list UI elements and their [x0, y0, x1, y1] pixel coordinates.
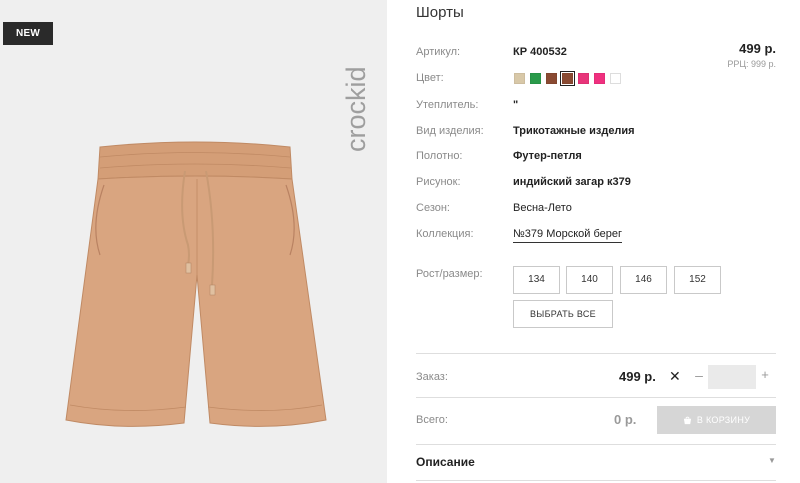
attr-label-fabric: Полотно:	[416, 150, 463, 162]
add-to-cart-button[interactable]: В КОРЗИНУ	[657, 406, 776, 434]
attr-value-fabric: Футер-петля	[513, 150, 582, 162]
attr-label-insulation: Утеплитель:	[416, 99, 479, 111]
size-label: Рост/размер:	[416, 268, 483, 280]
add-to-cart-label: В КОРЗИНУ	[696, 415, 751, 425]
product-image-panel[interactable]: NEW crockid	[0, 0, 387, 483]
color-swatch-white[interactable]	[610, 73, 621, 84]
times-icon: ✕	[669, 368, 681, 384]
divider	[416, 397, 776, 398]
brand-logo-text: crockid	[341, 66, 371, 152]
attr-value-article: КР 400532	[513, 46, 567, 58]
cart-icon	[683, 416, 691, 425]
product-price: 499 р.	[739, 41, 776, 56]
attr-label-color: Цвет:	[416, 72, 444, 84]
attr-label-article: Артикул:	[416, 46, 461, 58]
color-swatch-magenta[interactable]	[594, 73, 605, 84]
attr-value-insulation: "	[513, 99, 519, 111]
quantity-input[interactable]	[708, 365, 756, 389]
select-all-sizes-button[interactable]: ВЫБРАТЬ ВСЕ	[513, 300, 613, 328]
new-badge: NEW	[3, 22, 53, 45]
brand-logo: crockid	[341, 66, 371, 152]
divider	[416, 444, 776, 445]
color-swatch-green[interactable]	[530, 73, 541, 84]
order-label: Заказ:	[416, 371, 448, 383]
attr-value-season: Весна-Лето	[513, 202, 572, 214]
attr-label-collection: Коллекция:	[416, 228, 474, 240]
attr-label-item-type: Вид изделия:	[416, 125, 484, 137]
size-button-134[interactable]: 134	[513, 266, 560, 294]
size-button-146[interactable]: 146	[620, 266, 667, 294]
attr-value-item-type: Трикотажные изделия	[513, 125, 635, 137]
divider	[416, 480, 776, 481]
total-value: 0 р.	[614, 412, 637, 427]
color-swatch-brown-selected[interactable]	[560, 71, 575, 86]
size-button-140[interactable]: 140	[566, 266, 613, 294]
color-swatch-brown[interactable]	[546, 73, 557, 84]
quantity-increase-button[interactable]: +	[758, 367, 772, 382]
attr-value-print: индийский загар к379	[513, 176, 631, 188]
product-title: Шорты	[416, 4, 464, 21]
color-swatch-beige[interactable]	[514, 73, 525, 84]
divider	[416, 353, 776, 354]
order-price: 499 р.	[619, 369, 656, 384]
chevron-down-icon[interactable]: ▼	[768, 456, 776, 465]
product-details-panel: Шорты 499 р. РРЦ: 999 р. Артикул: КР 400…	[416, 0, 800, 483]
collection-link[interactable]: №379 Морской берег	[513, 228, 623, 243]
color-swatch-pink[interactable]	[578, 73, 589, 84]
product-photo[interactable]	[60, 135, 330, 445]
total-label: Всего:	[416, 414, 448, 426]
product-rrp: РРЦ: 999 р.	[727, 59, 776, 69]
description-toggle[interactable]: Описание	[416, 455, 475, 469]
color-swatches	[514, 71, 621, 86]
quantity-decrease-button[interactable]: –	[692, 367, 706, 383]
attr-label-print: Рисунок:	[416, 176, 461, 188]
attr-label-season: Сезон:	[416, 202, 450, 214]
size-button-152[interactable]: 152	[674, 266, 721, 294]
